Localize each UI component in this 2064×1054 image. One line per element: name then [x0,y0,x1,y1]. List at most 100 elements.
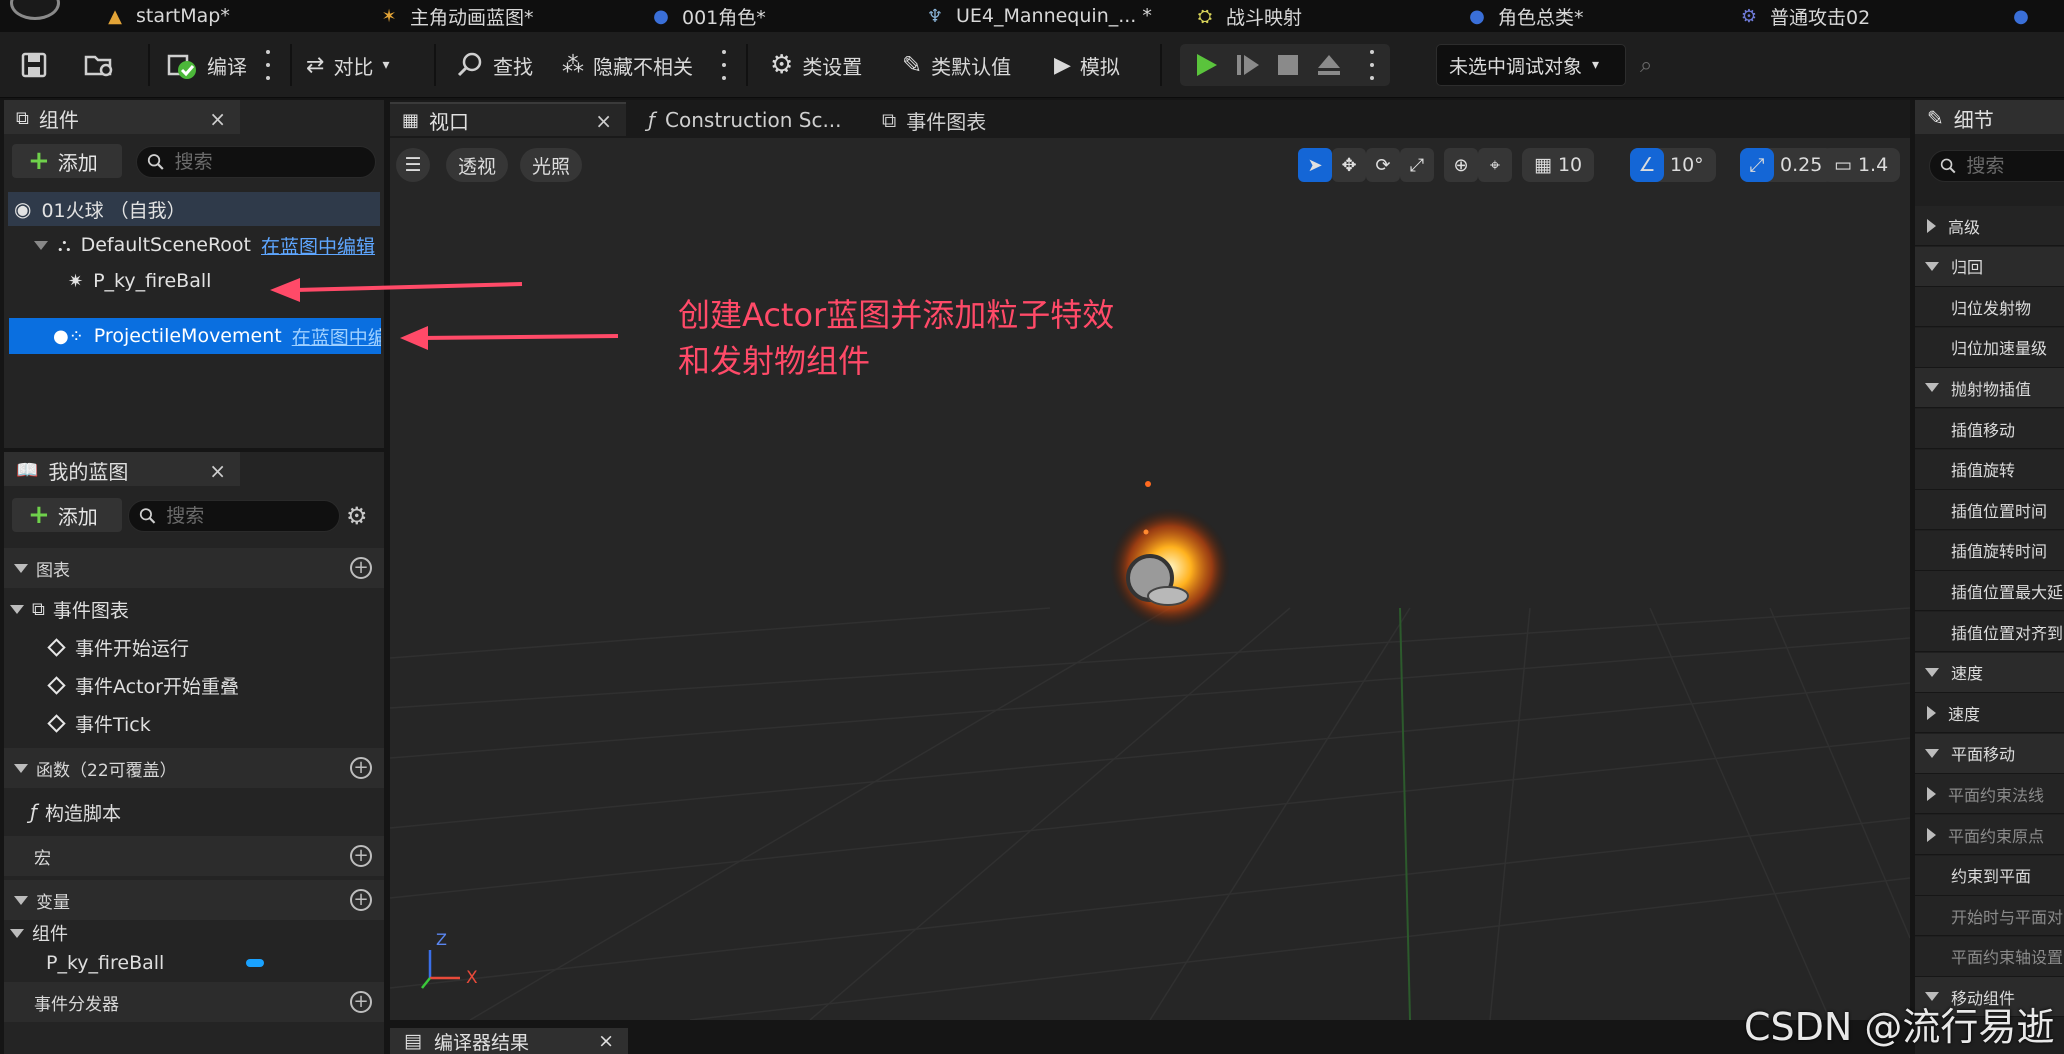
components-search-input[interactable] [174,151,375,173]
world-space-button[interactable]: ⊕ [1444,148,1478,182]
debug-object-select[interactable]: 未选中调试对象 ▾ [1436,44,1626,86]
asset-tab-montage[interactable]: ⚙ 普通攻击02 [1738,0,1870,32]
event-graph-item[interactable]: ⧉ 事件图表 [10,592,129,626]
asset-tab-character-base[interactable]: ● 角色总类* [1466,0,1583,32]
details-tab[interactable]: ✎ 细节 [1915,100,2064,134]
my-blueprint-search[interactable] [128,500,340,532]
variable-item[interactable]: P_ky_fireBall [46,946,266,980]
viewport-menu-button[interactable]: ☰ [396,148,430,182]
camera-speed-button[interactable]: ▭ 1.4 [1822,148,1901,182]
macros-section[interactable]: 宏 + [4,836,384,876]
details-property[interactable]: 平面约束轴设置 [1915,936,2064,977]
asset-tab-mannequin[interactable]: ♆ UE4_Mannequin_... * [924,0,1152,32]
diff-dropdown[interactable]: ⇄ 对比 ▾ [306,46,389,84]
details-property[interactable]: 开始时与平面对 [1915,896,2064,937]
details-property[interactable]: 速度 [1915,693,2064,734]
hide-unrelated-button[interactable]: ⁂ 隐藏不相关 [562,46,693,84]
play-icon[interactable] [1192,51,1220,84]
details-property[interactable]: 插值位置对齐到 [1915,612,2064,652]
tab-construction-script[interactable]: ƒ Construction Sc... [636,102,856,136]
components-category[interactable]: 组件 [10,918,68,948]
details-search[interactable] [1929,150,2064,182]
details-property[interactable]: 插值位置最大延 [1915,571,2064,612]
eject-icon[interactable] [1316,52,1342,83]
close-icon[interactable]: × [209,459,226,483]
viewport[interactable]: Z X ☰ 透视 光照 ➤ ✥ ⟳ ⤢ ⊕ ⌖ ▦ 10 ∠ 10° ⤢ 0.2… [390,138,1910,1020]
gear-icon[interactable]: ⚙ [346,502,368,530]
scale-snap-button[interactable]: ⤢ 0.25 [1740,148,1835,182]
asset-tab-anim-blueprint[interactable]: ✶ 主角动画蓝图* [378,0,533,32]
dispatchers-section[interactable]: 事件分发器 + [4,982,384,1022]
simulate-button[interactable]: ▶ 模拟 [1054,46,1120,84]
edit-in-blueprint-link[interactable]: 在蓝图中编 [292,323,381,350]
close-icon[interactable]: × [209,107,226,131]
add-graph-icon[interactable]: + [350,557,372,579]
tab-event-graph[interactable]: ⧉ 事件图表 [870,102,1060,136]
details-category[interactable]: 归回 [1915,246,2064,287]
translate-mode-button[interactable]: ✥ [1332,148,1366,182]
component-row-default-scene-root[interactable]: ⛬ DefaultSceneRoot 在蓝图中编辑 [34,228,380,262]
stop-icon[interactable] [1276,53,1300,82]
perspective-button[interactable]: 透视 [446,148,509,182]
compiler-results-tab[interactable]: ▤ 编译器结果 × [390,1028,628,1054]
lighting-button[interactable]: 光照 [520,148,583,182]
add-component-button[interactable]: + 添加 [12,144,122,178]
tab-viewport[interactable]: ▦ 视口 × [390,102,626,136]
add-variable-icon[interactable]: + [350,889,372,911]
edit-in-blueprint-link[interactable]: 在蓝图中编辑 [261,232,375,259]
select-mode-button[interactable]: ➤ [1298,148,1332,182]
close-icon[interactable]: × [598,1030,614,1052]
add-dispatcher-icon[interactable]: + [350,991,372,1013]
asset-tab-startmap[interactable]: ▲ startMap* [104,0,230,32]
debug-find-button[interactable]: ⌕ [1640,46,1652,84]
construction-script-item[interactable]: ƒ 构造脚本 [30,795,121,829]
save-button[interactable] [20,46,48,84]
event-item[interactable]: 事件Actor开始重叠 [47,668,239,702]
asset-tab-character[interactable]: ● 001角色* [650,0,766,32]
rotate-mode-button[interactable]: ⟳ [1366,148,1400,182]
event-item[interactable]: 事件开始运行 [47,630,189,664]
frame-skip-icon[interactable] [1234,51,1262,84]
asset-tab-input-mapping[interactable]: ⛭ 战斗映射 [1194,0,1302,32]
add-member-button[interactable]: + 添加 [12,498,122,532]
rotation-snap-button[interactable]: ∠ 10° [1630,148,1716,182]
scale-mode-button[interactable]: ⤢ [1400,148,1434,182]
my-blueprint-tab[interactable]: 📖 我的蓝图 × [4,452,240,486]
variables-section[interactable]: 变量 + [4,880,384,920]
graphs-section[interactable]: 图表 + [4,548,384,588]
details-property[interactable]: 平面约束法线 [1915,774,2064,815]
components-tab[interactable]: ⧉ 组件 × [4,100,240,134]
close-icon[interactable]: × [595,109,612,133]
my-blueprint-search-input[interactable] [166,505,339,527]
surface-snap-button[interactable]: ⌖ [1478,148,1512,182]
find-button[interactable]: 查找 [456,46,533,84]
details-property[interactable]: 插值旋转时间 [1915,530,2064,571]
class-settings-button[interactable]: ⚙ 类设置 [770,46,862,84]
details-category[interactable]: 速度 [1915,652,2064,693]
class-defaults-button[interactable]: ✎ 类默认值 [902,46,1011,84]
play-options-icon[interactable] [1368,50,1376,80]
component-row-projectile-movement[interactable]: ●⁘ ProjectileMovement 在蓝图中编 [9,318,381,354]
asset-tab-current[interactable]: ● [2010,0,2032,32]
browse-button[interactable] [84,46,116,84]
details-property[interactable]: 插值旋转 [1915,449,2064,490]
components-search[interactable] [136,146,376,178]
hide-unrelated-options-icon[interactable] [720,50,728,80]
event-item[interactable]: 事件Tick [47,706,151,740]
details-property[interactable]: 平面约束原点 [1915,815,2064,855]
add-function-icon[interactable]: + [350,757,372,779]
grid-snap-button[interactable]: ▦ 10 [1522,148,1595,182]
details-property[interactable]: 插值位置时间 [1915,490,2064,531]
compile-options-icon[interactable] [264,50,272,80]
add-macro-icon[interactable]: + [350,845,372,867]
component-self-row[interactable]: ◉ 01火球 （自我） [8,192,380,226]
details-property[interactable]: 高级 [1915,206,2064,246]
compile-button[interactable]: 编译 [166,46,247,84]
details-property[interactable]: 插值移动 [1915,409,2064,449]
details-category[interactable]: 平面移动 [1915,733,2064,774]
details-property[interactable]: 归位加速量级 [1915,327,2064,368]
expand-arrow-icon[interactable] [34,240,48,250]
functions-section[interactable]: 函数（22可覆盖） + [4,748,384,788]
details-property[interactable]: 归位发射物 [1915,287,2064,328]
details-category[interactable]: 抛射物插值 [1915,368,2064,409]
